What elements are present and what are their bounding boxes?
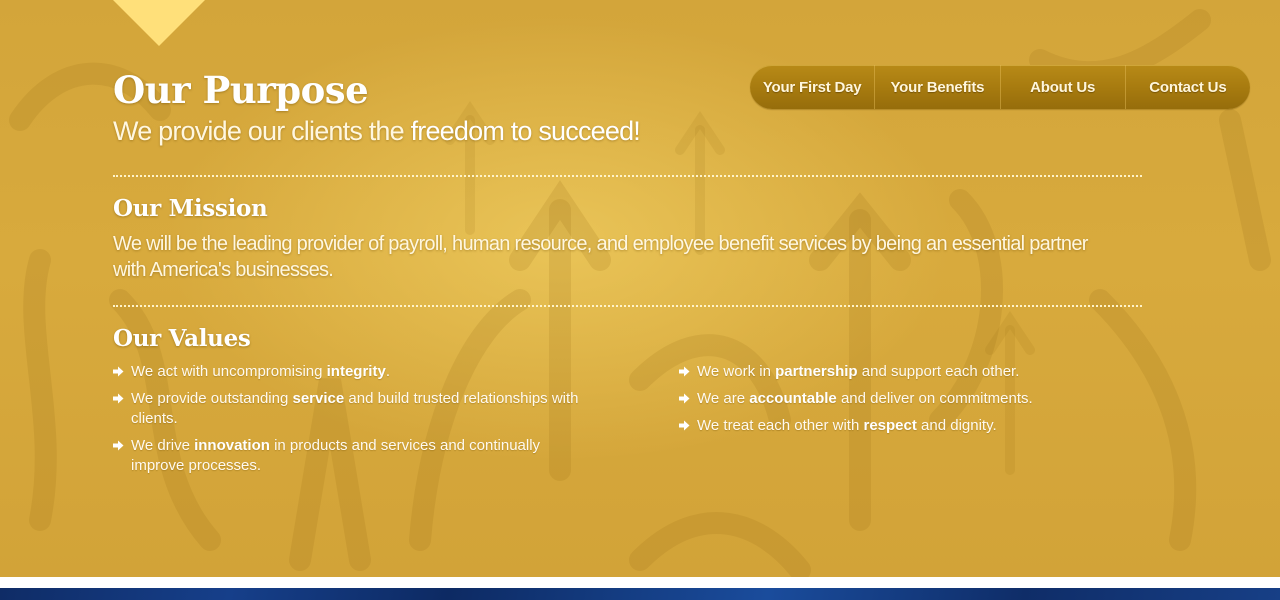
value-keyword: accountable: [749, 390, 837, 407]
value-text-plain: We act with uncompromising: [131, 363, 327, 380]
mission-text: We will be the leading provider of payro…: [113, 233, 1088, 281]
nav-item-contact-us[interactable]: Contact Us: [1124, 65, 1250, 109]
value-text-plain: We drive: [131, 437, 195, 454]
value-text-plain: and support each other.: [857, 363, 1020, 380]
arrow-right-icon: [113, 366, 124, 377]
value-item: We drive innovation in products and serv…: [113, 436, 593, 476]
arrow-right-icon: [113, 393, 124, 404]
arrow-right-icon: [679, 420, 690, 431]
page: Your First Day Your Benefits About Us Co…: [0, 0, 1280, 600]
value-text-plain: and dignity.: [916, 417, 997, 434]
value-item: We provide outstanding service and build…: [113, 389, 593, 429]
mission-heading: Our Mission: [113, 195, 268, 222]
hero-section: Your First Day Your Benefits About Us Co…: [0, 0, 1280, 577]
purpose-tagline: We provide our clients the freedom to su…: [113, 116, 641, 147]
nav-item-your-benefits[interactable]: Your Benefits: [874, 65, 999, 109]
value-text-plain: .: [385, 363, 390, 380]
value-text-plain: We treat each other with: [697, 417, 864, 434]
arrow-right-icon: [113, 440, 124, 451]
value-item: We are accountable and deliver on commit…: [679, 389, 1139, 409]
value-text-plain: and deliver on commitments.: [836, 390, 1033, 407]
values-list-left: We act with uncompromising integrity. We…: [113, 362, 593, 483]
value-text-plain: We provide outstanding: [131, 390, 293, 407]
triangle-down-icon: [113, 0, 205, 46]
value-item: We treat each other with respect and dig…: [679, 416, 1139, 436]
tagline-plain: We provide our clients the: [113, 116, 411, 146]
value-text-plain: We are: [697, 390, 750, 407]
tagline-emphasis: freedom to succeed!: [410, 116, 641, 146]
values-list-right: We work in partnership and support each …: [679, 362, 1139, 443]
nav-item-your-first-day[interactable]: Your First Day: [750, 65, 874, 109]
value-item: We act with uncompromising integrity.: [113, 362, 593, 382]
value-text-plain: We work in: [697, 363, 776, 380]
main-navigation: Your First Day Your Benefits About Us Co…: [750, 65, 1250, 109]
footer-separator: [0, 577, 1280, 588]
value-keyword: innovation: [194, 437, 270, 454]
purpose-heading: Our Purpose: [113, 68, 369, 112]
value-keyword: integrity: [326, 363, 386, 380]
value-keyword: service: [292, 390, 345, 407]
footer-strip: [0, 588, 1280, 600]
values-heading: Our Values: [113, 325, 251, 352]
section-divider: [113, 305, 1142, 307]
value-keyword: respect: [863, 417, 917, 434]
arrow-right-icon: [679, 366, 690, 377]
value-item: We work in partnership and support each …: [679, 362, 1139, 382]
value-keyword: partnership: [775, 363, 858, 380]
section-divider: [113, 175, 1142, 177]
arrow-right-icon: [679, 393, 690, 404]
nav-item-about-us[interactable]: About Us: [999, 65, 1125, 109]
